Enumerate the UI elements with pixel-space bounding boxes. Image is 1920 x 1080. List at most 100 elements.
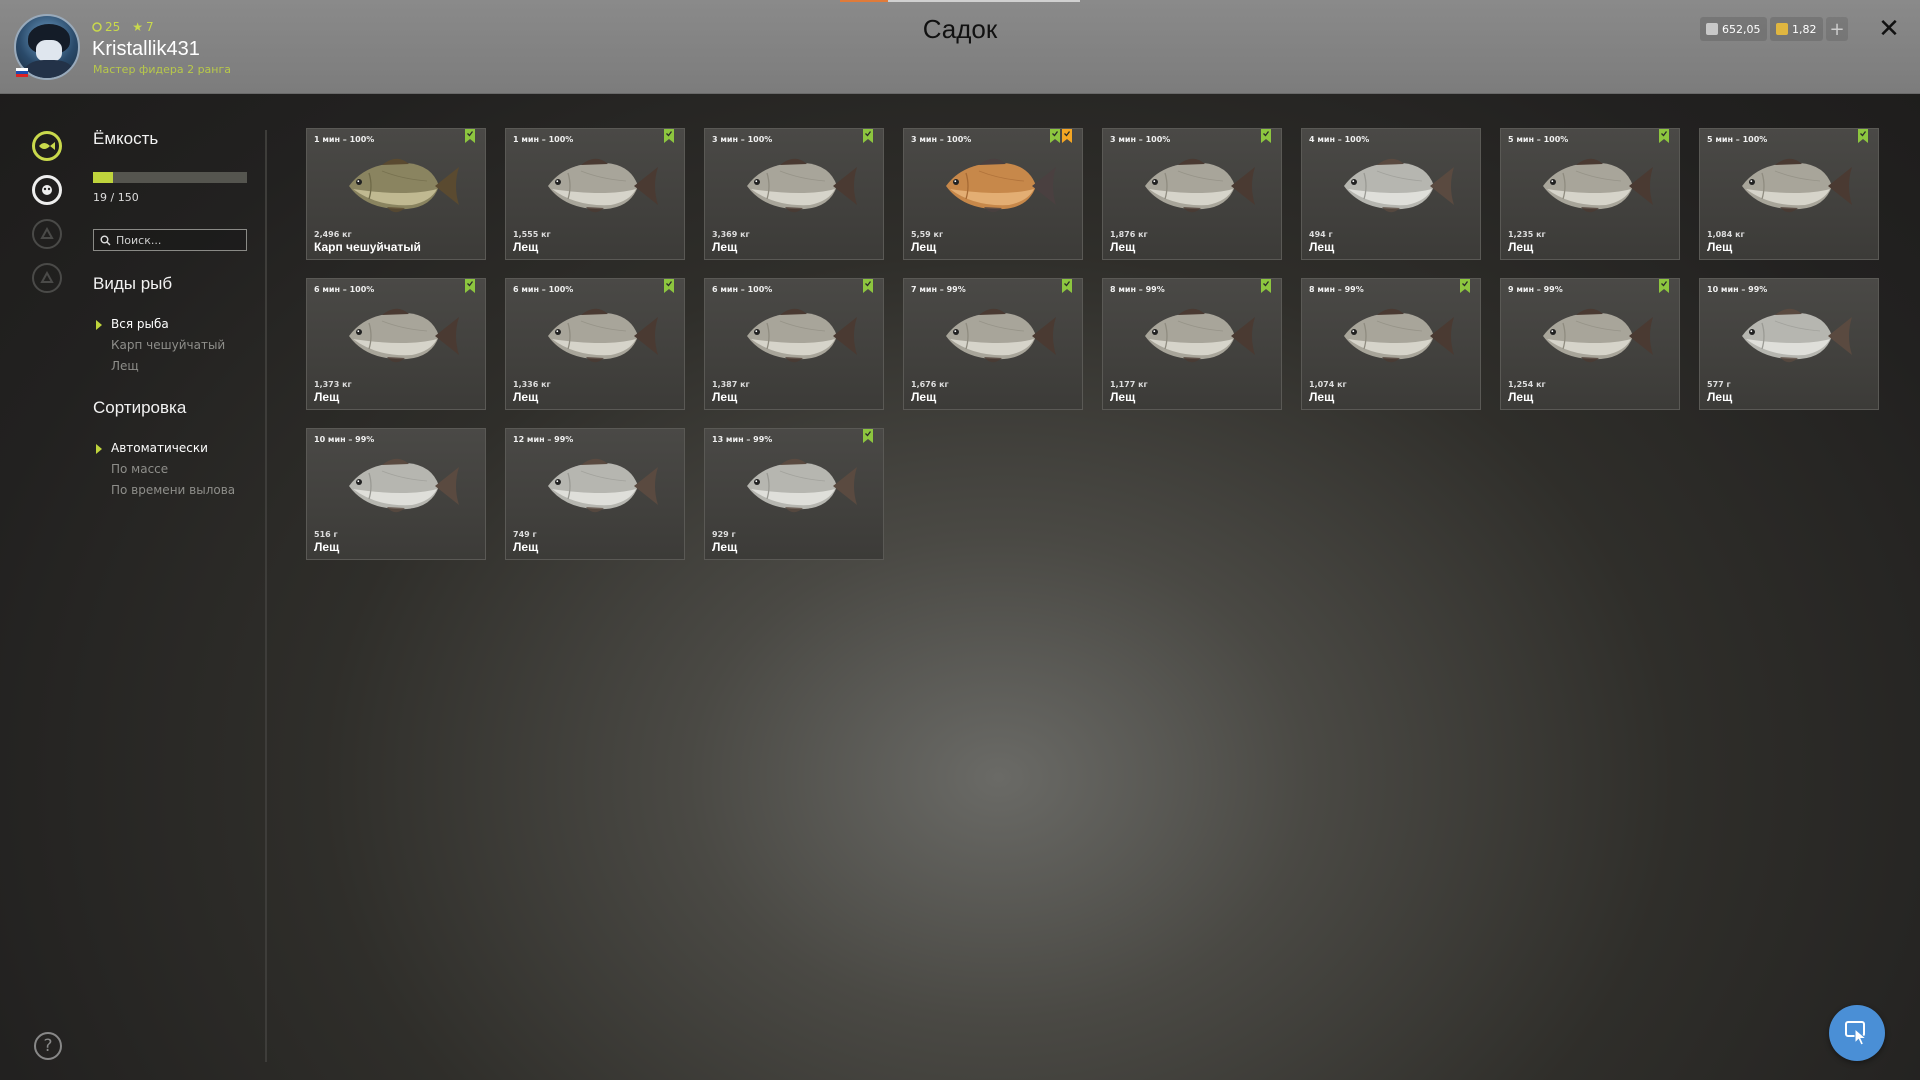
- keep-bookmark-icon[interactable]: [1858, 129, 1868, 143]
- fish-card[interactable]: 1 мин – 100% 1,555 кг Лещ: [505, 128, 685, 260]
- bait-tab-icon[interactable]: [32, 175, 62, 205]
- silver-balance: 652,05: [1700, 17, 1767, 41]
- close-button[interactable]: ✕: [1874, 14, 1904, 44]
- fish-card[interactable]: 6 мин – 100% 1,387 кг Лещ: [704, 278, 884, 410]
- fish-card[interactable]: 10 мин – 99% 577 г Лещ: [1699, 278, 1879, 410]
- fish-name: Лещ: [1707, 240, 1733, 254]
- fish-card[interactable]: 5 мин – 100% 1,235 кг Лещ: [1500, 128, 1680, 260]
- fish-card[interactable]: 9 мин – 99% 1,254 кг Лещ: [1500, 278, 1680, 410]
- page-title: Садок: [922, 14, 998, 44]
- fish-catch-time: 10 мин – 99%: [314, 435, 375, 444]
- header-accent-line: [840, 0, 888, 2]
- keep-bookmark-icon[interactable]: [1062, 279, 1072, 293]
- fish-catch-time: 9 мин – 99%: [1508, 285, 1563, 294]
- species-option-bream[interactable]: Лещ: [111, 359, 139, 373]
- top-bar: 25 ★ 7 Kristallik431 Мастер фидера 2 ран…: [0, 0, 1920, 94]
- fish-flags: [664, 129, 674, 143]
- fish-flags: [1460, 279, 1470, 293]
- fish-name: Лещ: [911, 390, 937, 404]
- search-box[interactable]: [93, 229, 247, 251]
- fish-card[interactable]: 3 мин – 100% 3,369 кг Лещ: [704, 128, 884, 260]
- sort-option-mass[interactable]: По массе: [111, 462, 168, 476]
- fish-weight: 1,254 кг: [1508, 380, 1546, 389]
- silver-value: 652,05: [1722, 22, 1761, 36]
- keep-bookmark-icon[interactable]: [664, 279, 674, 293]
- fish-weight: 2,496 кг: [314, 230, 352, 239]
- species-selected-arrow-icon: [96, 320, 102, 330]
- keep-bookmark-icon[interactable]: [1261, 279, 1271, 293]
- fish-card[interactable]: 13 мин – 99% 929 г Лещ: [704, 428, 884, 560]
- fish-catch-time: 3 мин – 100%: [911, 135, 972, 144]
- sort-option-auto[interactable]: Автоматически: [111, 441, 208, 455]
- fish-flags: [863, 129, 873, 143]
- fish-flags: [664, 279, 674, 293]
- fish-card[interactable]: 1 мин – 100% 2,496 кг Карп чешуйчатый: [306, 128, 486, 260]
- keep-bookmark-icon[interactable]: [1261, 129, 1271, 143]
- sort-selected-arrow-icon: [96, 444, 102, 454]
- keep-bookmark-icon[interactable]: [1659, 279, 1669, 293]
- fish-card[interactable]: 10 мин – 99% 516 г Лещ: [306, 428, 486, 560]
- fish-card[interactable]: 3 мин – 100% 1,876 кг Лещ: [1102, 128, 1282, 260]
- fish-weight: 1,084 кг: [1707, 230, 1745, 239]
- keep-bookmark-icon[interactable]: [465, 129, 475, 143]
- fish-weight: 1,177 кг: [1110, 380, 1148, 389]
- add-currency-button[interactable]: +: [1826, 17, 1848, 41]
- sort-option-time[interactable]: По времени вылова: [111, 483, 235, 497]
- fish-catch-time: 3 мин – 100%: [712, 135, 773, 144]
- fish-card[interactable]: 7 мин – 99% 1,676 кг Лещ: [903, 278, 1083, 410]
- fish-card[interactable]: 3 мин – 100% 5,59 кг Лещ: [903, 128, 1083, 260]
- keep-bookmark-icon[interactable]: [1460, 279, 1470, 293]
- keep-bookmark-icon[interactable]: [465, 279, 475, 293]
- fish-catch-time: 8 мин – 99%: [1309, 285, 1364, 294]
- fish-weight: 1,876 кг: [1110, 230, 1148, 239]
- fish-catch-time: 12 мин – 99%: [513, 435, 574, 444]
- keepnet-tab-icon[interactable]: [32, 131, 62, 161]
- fish-weight: 5,59 кг: [911, 230, 944, 239]
- fish-flags: [1659, 279, 1669, 293]
- keep-bookmark-icon[interactable]: [863, 429, 873, 443]
- help-icon[interactable]: ?: [34, 1032, 62, 1060]
- fish-card[interactable]: 8 мин – 99% 1,074 кг Лещ: [1301, 278, 1481, 410]
- fish-card[interactable]: 6 мин – 100% 1,373 кг Лещ: [306, 278, 486, 410]
- fish-grid: 1 мин – 100% 2,496 кг Карп чешуйчатый 1 ми…: [306, 128, 1879, 560]
- species-option-all[interactable]: Вся рыба: [111, 317, 169, 331]
- fish-card[interactable]: 12 мин – 99% 749 г Лещ: [505, 428, 685, 560]
- fish-weight: 1,336 кг: [513, 380, 551, 389]
- fish-catch-time: 1 мин – 100%: [314, 135, 375, 144]
- fish-name: Лещ: [513, 240, 539, 254]
- fish-flags: [1858, 129, 1868, 143]
- fish-card[interactable]: 8 мин – 99% 1,177 кг Лещ: [1102, 278, 1282, 410]
- trophy-bookmark-icon[interactable]: [1062, 129, 1072, 143]
- fish-flags: [863, 429, 873, 443]
- fish-card[interactable]: 6 мин – 100% 1,336 кг Лещ: [505, 278, 685, 410]
- fish-card[interactable]: 4 мин – 100% 494 г Лещ: [1301, 128, 1481, 260]
- cursor-icon: [1845, 1021, 1868, 1046]
- fish-catch-time: 5 мин – 100%: [1508, 135, 1569, 144]
- fish-name: Лещ: [513, 540, 539, 554]
- silver-coin-icon: [1706, 23, 1718, 35]
- species-option-carp[interactable]: Карп чешуйчатый: [111, 338, 225, 352]
- fish-catch-time: 4 мин – 100%: [1309, 135, 1370, 144]
- gold-value: 1,82: [1792, 22, 1817, 36]
- keep-bookmark-icon[interactable]: [1659, 129, 1669, 143]
- keep-bookmark-icon[interactable]: [1050, 129, 1060, 143]
- trophy-tab-icon[interactable]: [32, 219, 62, 249]
- fish-catch-time: 6 мин – 100%: [513, 285, 574, 294]
- records-tab-icon[interactable]: [32, 263, 62, 293]
- fish-catch-time: 5 мин – 100%: [1707, 135, 1768, 144]
- fish-flags: [1062, 279, 1072, 293]
- capacity-text: 19 / 150: [93, 191, 139, 204]
- fish-flags: [1261, 129, 1271, 143]
- fish-weight: 3,369 кг: [712, 230, 750, 239]
- fish-catch-time: 7 мин – 99%: [911, 285, 966, 294]
- keep-bookmark-icon[interactable]: [863, 279, 873, 293]
- search-input[interactable]: [116, 233, 236, 247]
- fish-card[interactable]: 5 мин – 100% 1,084 кг Лещ: [1699, 128, 1879, 260]
- pointer-mode-button[interactable]: [1829, 1005, 1885, 1061]
- fish-catch-time: 8 мин – 99%: [1110, 285, 1165, 294]
- fish-flags: [465, 279, 475, 293]
- fish-catch-time: 6 мин – 100%: [712, 285, 773, 294]
- keep-bookmark-icon[interactable]: [863, 129, 873, 143]
- keep-bookmark-icon[interactable]: [664, 129, 674, 143]
- fish-name: Лещ: [712, 540, 738, 554]
